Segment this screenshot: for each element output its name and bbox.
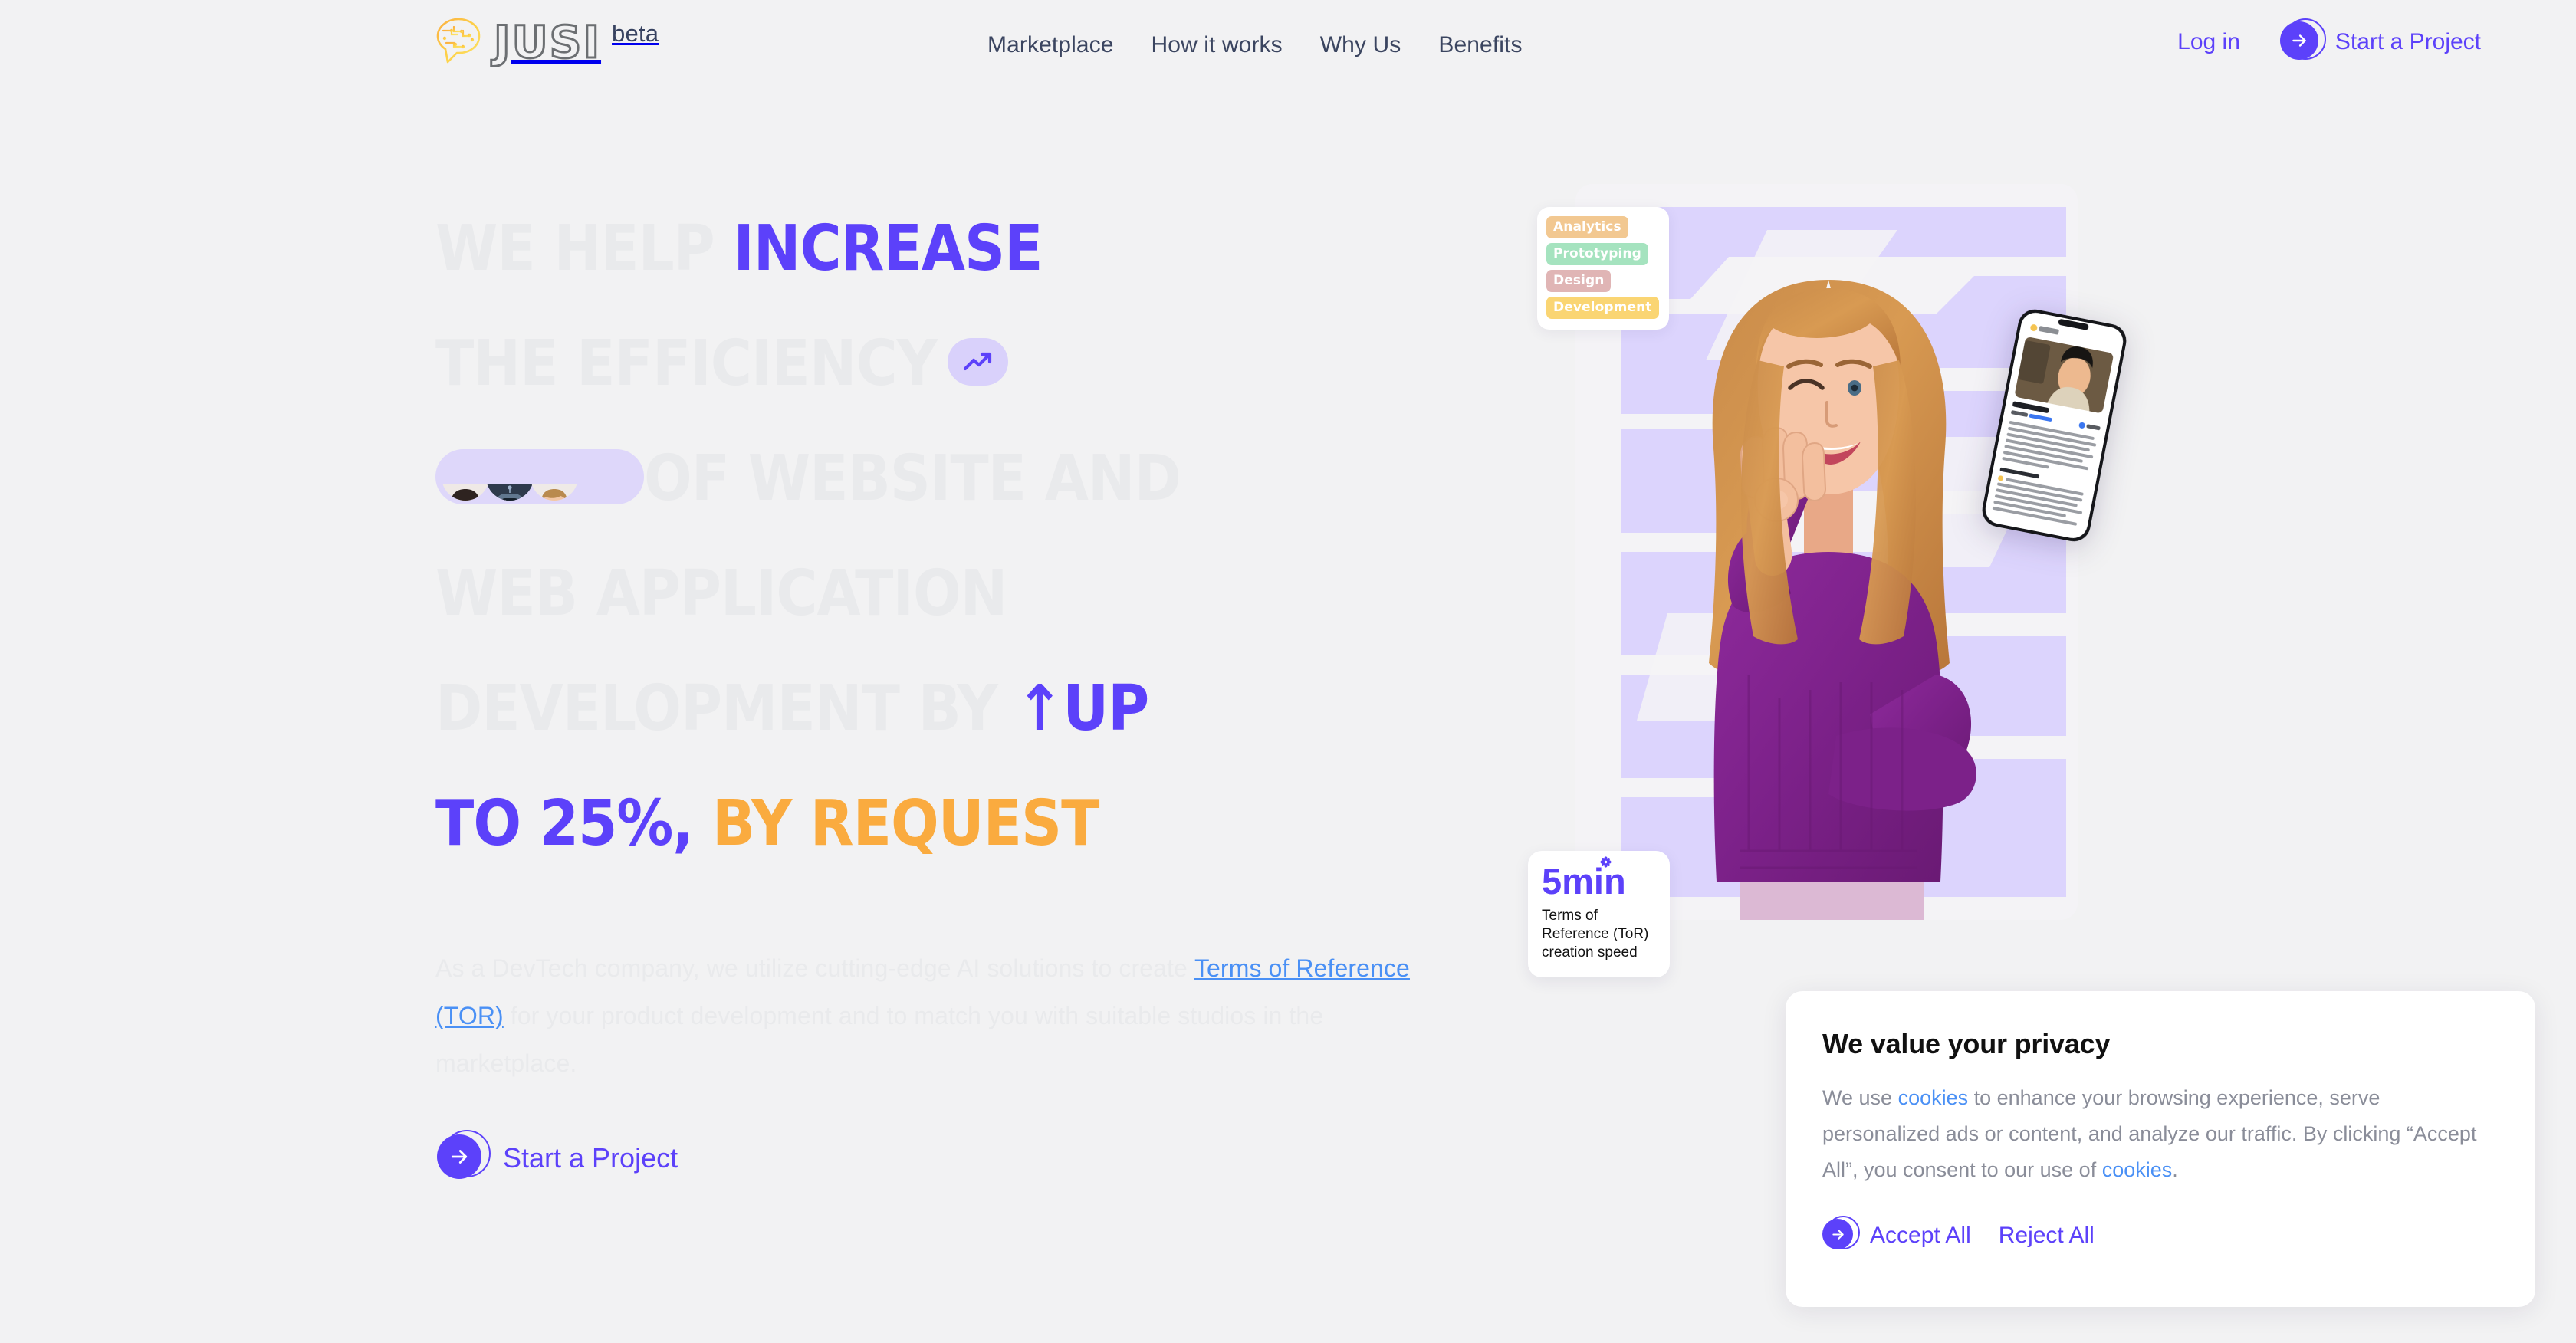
headline-ghost-3: OF WEBSITE AND [644,442,1181,515]
nav-item-why-us[interactable]: Why Us [1320,32,1401,58]
woman-ok-gesture-photo [1709,280,1976,920]
headline-ghost-4: WEB APPLICATION [435,557,1007,630]
start-a-project-label-header: Start a Project [2334,29,2481,54]
headline-line-4: WEB APPLICATION [435,537,1455,652]
brain-speech-bubble-icon [436,18,481,64]
site-header: JUSI beta Marketplace How it works Why U… [0,0,2576,95]
brand-wordmark: JUSI [492,16,602,68]
headline-line-2: THE EFFICIENCY [435,307,1455,422]
tag-development: Development [1546,297,1659,319]
arrow-right-icon [1822,1216,1860,1253]
hero-headline-block: WE HELP INCREASE THE EFFICIENCY OF WEBSI… [435,192,1455,882]
start-a-project-button-header[interactable]: Start a Project [2279,18,2481,63]
avatar-woman [442,453,489,501]
nav-item-benefits[interactable]: Benefits [1438,32,1522,58]
arrow-right-icon [437,1130,491,1182]
headline-accent-increase: INCREASE [733,212,1043,285]
accept-all-button[interactable]: Accept All [1822,1216,1971,1253]
hero-paragraph-part2: for your product development and to matc… [435,1002,1324,1077]
headline-line-5: DEVELOPMENT BY ↑UP [435,652,1455,767]
nav-item-how-it-works[interactable]: How it works [1152,32,1283,58]
hero-visual-panel: Analytics Prototyping Design Development… [1528,184,2127,977]
cookies-link-1[interactable]: cookies [1898,1086,1969,1109]
avatar-group-icon [435,448,644,504]
start-a-project-button-hero[interactable]: Start a Project [437,1130,678,1182]
headline-line-6: TO 25%, BY REQUEST [435,767,1455,882]
cookie-body-part3: . [2172,1158,2178,1181]
cookie-banner-body: We use cookies to enhance your browsing … [1822,1080,2499,1188]
tor-speed-value: 5min [1542,856,1626,899]
cookie-banner-actions: Accept All Reject All [1822,1216,2499,1253]
nav-item-marketplace[interactable]: Marketplace [987,32,1114,58]
reject-all-button[interactable]: Reject All [1999,1223,2095,1249]
main-navigation: Marketplace How it works Why Us Benefits [987,32,1523,58]
cookies-link-2[interactable]: cookies [2102,1158,2173,1181]
hero-paragraph-part1: As a DevTech company, we utilize cutting… [435,954,1194,982]
hero-headline: WE HELP INCREASE THE EFFICIENCY OF WEBSI… [435,192,1455,882]
headline-accent-up: ↑UP [1016,672,1149,745]
headline-line-1: WE HELP INCREASE [435,192,1455,307]
avatar-robot [486,453,534,501]
trending-up-icon [948,337,1009,386]
beta-badge: beta [612,20,659,47]
avatar-man [531,453,578,501]
cookie-banner-title: We value your privacy [1822,1028,2111,1059]
headline-ghost-1: WE HELP [435,212,734,285]
headline-accent-to-25: TO 25%, [435,787,694,860]
tag-design: Design [1546,270,1612,292]
ai-flower-icon [1600,856,1612,868]
start-a-project-label-hero: Start a Project [503,1142,678,1174]
header-actions: Log in Start a Project [2177,18,2481,63]
cookie-consent-banner: We value your privacy We use cookies to … [1786,991,2535,1307]
tag-analytics: Analytics [1546,216,1628,238]
cookie-body-part1: We use [1822,1086,1898,1109]
arrow-right-icon [2279,18,2326,63]
headline-ghost-5: DEVELOPMENT BY [435,672,1017,745]
tor-speed-card: 5min Terms of Reference (ToR) creation s… [1528,851,1670,977]
accept-all-label: Accept All [1870,1223,1971,1248]
headline-accent-by-request: BY REQUEST [693,787,1100,860]
headline-ghost-2: THE EFFICIENCY [435,327,938,400]
service-tags-card: Analytics Prototyping Design Development [1537,207,1669,330]
login-link[interactable]: Log in [2177,29,2240,55]
headline-line-3: OF WEBSITE AND [435,422,1455,537]
brand-logo[interactable]: JUSI beta [435,16,659,68]
hero-paragraph: As a DevTech company, we utilize cutting… [435,944,1432,1087]
tor-speed-description: Terms of Reference (ToR) creation speed [1542,908,1649,960]
tag-prototyping: Prototyping [1546,243,1648,265]
